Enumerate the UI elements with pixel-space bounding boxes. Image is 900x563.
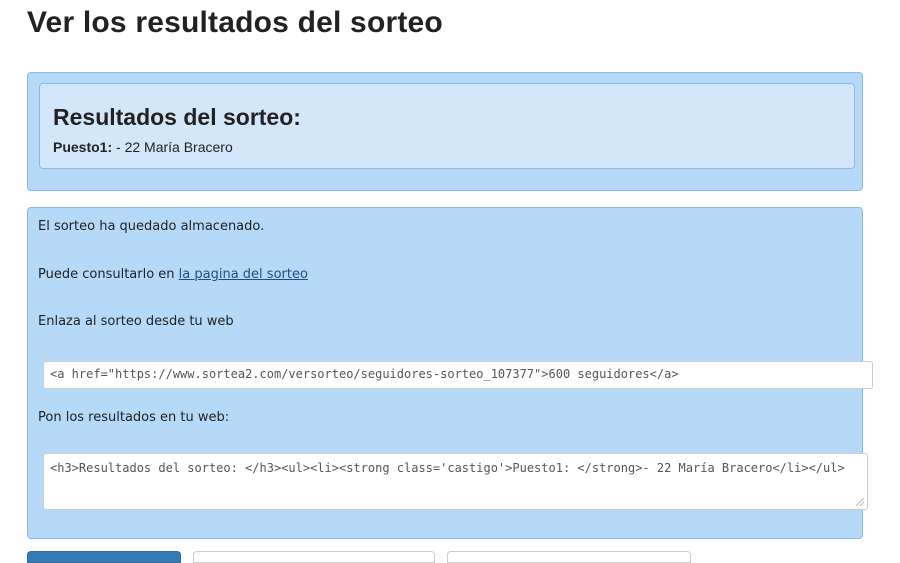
stored-message: El sorteo ha quedado almacenado. [38,219,265,234]
embed-label: Pon los resultados en tu web: [38,410,230,425]
raffle-page-link[interactable]: la pagina del sorteo [179,267,308,282]
page-title: Ver los resultados del sorteo [27,6,443,39]
consult-line: Puede consultarlo en la pagina del sorte… [38,267,308,282]
consult-prefix: Puede consultarlo en [38,267,179,282]
embed-code-text: <h3>Resultados del sorteo: </h3><ul><li>… [50,461,845,475]
result-item: Puesto1: - 22 María Bracero [53,139,233,155]
secondary-action-button[interactable] [193,551,435,563]
link-label: Enlaza al sorteo desde tu web [38,314,234,329]
result-position-value: - 22 María Bracero [112,139,233,155]
link-code-input[interactable]: <a href="https://www.sortea2.com/versort… [43,361,873,389]
resize-grip-icon[interactable] [856,498,864,506]
results-panel: Resultados del sorteo: Puesto1: - 22 Mar… [27,72,863,191]
result-position-label: Puesto1: [53,139,113,155]
results-heading: Resultados del sorteo: [53,104,301,130]
primary-action-button[interactable] [27,551,181,563]
tertiary-action-button[interactable] [447,551,691,563]
embed-code-textarea[interactable]: <h3>Resultados del sorteo: </h3><ul><li>… [43,453,868,510]
info-panel: El sorteo ha quedado almacenado. Puede c… [27,207,873,539]
results-inner-panel: Resultados del sorteo: Puesto1: - 22 Mar… [39,83,855,169]
